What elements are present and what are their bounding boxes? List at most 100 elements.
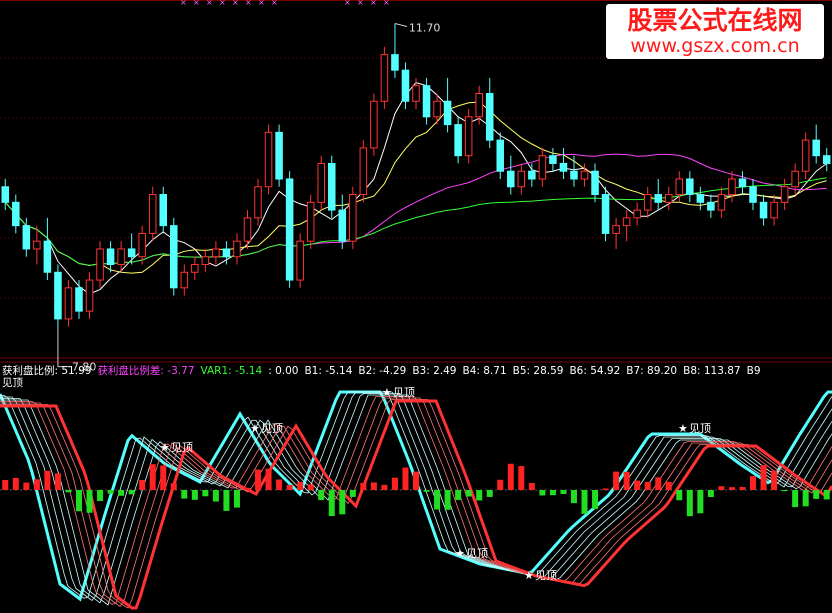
- histogram-bar: [560, 490, 567, 495]
- candle-body: [559, 162, 568, 172]
- histogram-bar: [634, 480, 641, 490]
- candle-body: [54, 271, 62, 320]
- histogram-bar: [686, 490, 693, 517]
- top-tick-marker: ×: [383, 0, 390, 7]
- candle-body: [622, 217, 631, 227]
- candle-body: [454, 124, 462, 157]
- candle-body: [580, 170, 589, 180]
- candle-body: [159, 194, 168, 227]
- top-tick-marker: ×: [180, 0, 187, 7]
- legend-item: 获利盘比例: 51.99: [2, 364, 91, 377]
- candle-body: [822, 155, 831, 164]
- candle-body: [464, 116, 473, 157]
- candle-body: [686, 178, 694, 196]
- candle-body: [212, 248, 220, 258]
- histogram-bar: [644, 482, 651, 490]
- peak-marker-label: 见顶: [689, 422, 711, 435]
- candle-body: [117, 248, 125, 265]
- peak-marker-label: 见顶: [393, 386, 415, 399]
- candle-body: [412, 85, 420, 102]
- legend-item: VAR1: -5.14: [200, 365, 262, 377]
- histogram-bar: [191, 490, 198, 500]
- candle-body: [254, 186, 262, 219]
- legend-item: B3: 2.49: [412, 365, 456, 377]
- watermark-url: www.gszx.com.cn: [630, 35, 800, 57]
- histogram-bar: [149, 464, 156, 490]
- peak-marker-label: 见顶: [171, 441, 193, 454]
- candle-body: [528, 170, 536, 180]
- legend-item: B6: 54.92: [569, 365, 620, 377]
- moving-average-lines: [4, 82, 827, 295]
- histogram-bar: [12, 477, 19, 490]
- histogram-bar: [44, 470, 51, 490]
- histogram-bar: [413, 471, 419, 490]
- histogram-bar: [160, 465, 167, 490]
- histogram-bar: [570, 490, 577, 504]
- histogram-bar: [476, 490, 483, 501]
- candle-body: [791, 170, 799, 188]
- candle-body: [401, 69, 410, 102]
- candle-body: [780, 186, 789, 203]
- candle-body: [664, 194, 673, 203]
- candle-body: [233, 240, 241, 258]
- histogram-bar: [381, 484, 388, 490]
- histogram-bar: [497, 479, 504, 490]
- legend-item: B5: 28.59: [513, 365, 564, 377]
- histogram-bar: [244, 487, 251, 490]
- legend-item: B4: 8.71: [462, 365, 506, 377]
- candle-body: [433, 100, 441, 118]
- histogram-bar: [107, 490, 114, 494]
- histogram-bar: [676, 490, 683, 501]
- candle-body: [349, 194, 357, 242]
- candle-body: [496, 139, 505, 172]
- legend-item: : 0.00: [268, 365, 298, 377]
- candle-body: [243, 217, 252, 242]
- candle-body: [517, 170, 526, 188]
- histogram-bar: [370, 482, 377, 490]
- histogram-bar: [339, 490, 346, 515]
- peak-marker-star: ★: [382, 386, 392, 399]
- top-tick-marker: ×: [271, 0, 278, 7]
- candle-body: [570, 170, 578, 180]
- histogram-bar: [33, 479, 40, 490]
- candle-body: [1, 186, 10, 203]
- histogram-bar: [23, 482, 30, 490]
- candle-body: [380, 54, 389, 102]
- candle-body: [749, 186, 757, 203]
- histogram-bar: [613, 471, 620, 490]
- histogram-bar: [265, 468, 272, 490]
- histogram-bar: [402, 467, 409, 490]
- histogram-bar: [655, 477, 662, 490]
- histogram-bar: [507, 463, 514, 490]
- candle-body: [33, 240, 41, 250]
- histogram-bar: [528, 483, 535, 490]
- candle-body: [180, 271, 189, 289]
- candle-body: [191, 264, 199, 273]
- histogram-bar: [118, 490, 125, 496]
- legend-item: 获利盘比例差: -3.77: [97, 364, 194, 377]
- high-price-label: 11.70: [409, 22, 441, 35]
- candle-body: [201, 256, 210, 265]
- histogram-bar: [707, 490, 714, 498]
- histogram-bar: [665, 481, 672, 490]
- top-tick-marker: ×: [245, 0, 252, 7]
- peak-marker-star: ★: [524, 569, 534, 582]
- histogram-bar: [760, 464, 767, 490]
- top-tick-marker: ×: [344, 0, 351, 7]
- histogram-bar: [54, 473, 61, 490]
- candle-body: [538, 155, 547, 180]
- top-tick-marker: ×: [219, 0, 226, 7]
- histogram-bar: [202, 490, 209, 497]
- candle-body: [801, 139, 810, 172]
- candle-body: [222, 248, 231, 258]
- peak-marker-label: 见顶: [466, 547, 488, 560]
- histogram-bar: [539, 490, 546, 496]
- peak-marker-star: ★: [160, 441, 170, 454]
- candle-body: [22, 225, 31, 250]
- peak-marker-star: ★: [250, 422, 260, 435]
- candle-body: [148, 194, 157, 234]
- candle-body: [654, 194, 662, 203]
- histogram-bar: [750, 476, 757, 490]
- histogram-bar: [518, 466, 525, 490]
- candle-body: [85, 279, 94, 312]
